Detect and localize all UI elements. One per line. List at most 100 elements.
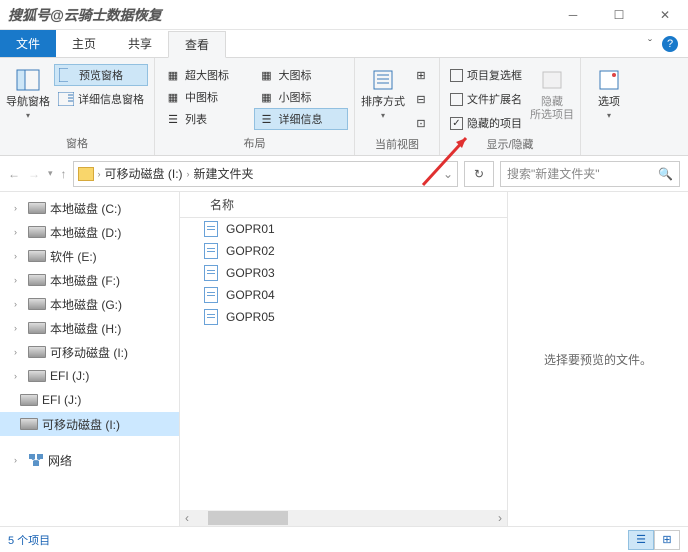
forward-button[interactable]: → bbox=[28, 167, 40, 181]
tree-item[interactable]: › 本地磁盘 (G:) bbox=[0, 292, 179, 316]
tree-item-network[interactable]: ›网络 bbox=[0, 448, 179, 472]
scrollbar-thumb[interactable] bbox=[208, 511, 288, 525]
tree-item[interactable]: ›本地磁盘 (C:) bbox=[0, 196, 179, 220]
tree-item-label: 本地磁盘 (G:) bbox=[50, 296, 122, 313]
tree-item[interactable]: ›本地磁盘 (F:) bbox=[0, 268, 179, 292]
ribbon-collapse-icon[interactable]: ˇ bbox=[648, 37, 652, 51]
expand-icon[interactable]: › bbox=[14, 275, 24, 285]
maximize-button[interactable]: ☐ bbox=[596, 0, 642, 30]
scroll-right-icon[interactable]: › bbox=[493, 511, 507, 525]
tree-item[interactable]: ›EFI (J:) bbox=[0, 364, 179, 388]
file-icon bbox=[204, 265, 218, 281]
drive-icon bbox=[20, 394, 38, 406]
dropdown-icon: ▾ bbox=[381, 111, 385, 120]
file-name: GOPR03 bbox=[226, 266, 275, 280]
file-extensions-toggle[interactable]: 文件扩展名 bbox=[446, 88, 526, 110]
tree-item[interactable]: 可移动磁盘 (I:) bbox=[0, 412, 179, 436]
file-row[interactable]: GOPR03 bbox=[180, 262, 507, 284]
expand-icon[interactable]: › bbox=[14, 455, 24, 465]
tree-item[interactable]: › 可移动磁盘 (I:) bbox=[0, 340, 179, 364]
scroll-left-icon[interactable]: ‹ bbox=[180, 511, 194, 525]
search-icon: 🔍 bbox=[658, 167, 673, 181]
item-checkboxes-toggle[interactable]: 项目复选框 bbox=[446, 64, 526, 86]
group-by-button[interactable]: ⊞ bbox=[409, 64, 433, 86]
column-header-name[interactable]: 名称 bbox=[180, 192, 507, 218]
file-icon bbox=[204, 309, 218, 325]
hide-selected-icon bbox=[538, 66, 566, 94]
tab-share[interactable]: 共享 bbox=[112, 30, 168, 57]
file-row[interactable]: GOPR04 bbox=[180, 284, 507, 306]
details-pane-label: 详细信息窗格 bbox=[78, 91, 144, 107]
ribbon: 导航窗格 ▾ 预览窗格 详细信息窗格 窗格 ▦超大图标 ▦大图标 bbox=[0, 58, 688, 156]
tree-item[interactable]: ›本地磁盘 (D:) bbox=[0, 220, 179, 244]
layout-medium[interactable]: ▦中图标 bbox=[161, 86, 255, 108]
expand-icon[interactable]: › bbox=[14, 227, 24, 237]
search-box[interactable]: 搜索"新建文件夹" 🔍 bbox=[500, 161, 680, 187]
minimize-button[interactable]: ─ bbox=[550, 0, 596, 30]
preview-pane-button[interactable]: 预览窗格 bbox=[54, 64, 148, 86]
tree-item-label: 可移动磁盘 (I:) bbox=[50, 344, 128, 361]
group-current-view: 排序方式 ▾ ⊞ ⊟ ⊡ 当前视图 bbox=[355, 58, 440, 155]
crumb-folder[interactable]: 新建文件夹 bbox=[194, 165, 254, 182]
group-panes-label: 窗格 bbox=[6, 133, 148, 155]
nav-arrows: ← → ▾ ↑ bbox=[8, 167, 67, 181]
expand-icon[interactable]: › bbox=[14, 251, 24, 261]
layout-large[interactable]: ▦大图标 bbox=[255, 64, 349, 86]
recent-dropdown[interactable]: ▾ bbox=[48, 168, 53, 179]
expand-icon[interactable]: › bbox=[14, 299, 24, 309]
size-columns-button[interactable]: ⊡ bbox=[409, 112, 433, 134]
details-pane-button[interactable]: 详细信息窗格 bbox=[54, 88, 148, 110]
preview-empty-text: 选择要预览的文件。 bbox=[544, 351, 652, 368]
nav-pane-icon bbox=[14, 66, 42, 94]
expand-icon[interactable]: › bbox=[14, 203, 24, 213]
drive-icon bbox=[28, 346, 46, 358]
expand-icon[interactable]: › bbox=[14, 371, 24, 381]
refresh-button[interactable]: ↻ bbox=[464, 161, 494, 187]
help-icon[interactable]: ? bbox=[662, 36, 678, 52]
tree-item[interactable]: ›软件 (E:) bbox=[0, 244, 179, 268]
layout-details[interactable]: ☰详细信息 bbox=[254, 108, 349, 130]
layout-list[interactable]: ☰列表 bbox=[161, 108, 254, 130]
close-button[interactable]: ✕ bbox=[642, 0, 688, 30]
file-icon bbox=[204, 287, 218, 303]
breadcrumb-box[interactable]: › 可移动磁盘 (I:) › 新建文件夹 ⌄ bbox=[73, 161, 458, 187]
file-list[interactable]: 名称 GOPR01 GOPR02 GOPR03 GOPR04GOPR05 ‹ › bbox=[180, 192, 508, 526]
chevron-icon[interactable]: › bbox=[98, 169, 101, 179]
add-columns-button[interactable]: ⊟ bbox=[409, 88, 433, 110]
tree-item[interactable]: EFI (J:) bbox=[0, 388, 179, 412]
hide-selected-button[interactable]: 隐藏 所选项目 bbox=[530, 64, 574, 122]
hide-selected-label: 隐藏 所选项目 bbox=[530, 96, 574, 122]
view-details-button[interactable]: ☰ bbox=[628, 530, 654, 550]
options-button[interactable]: 选项 ▾ bbox=[587, 64, 631, 120]
up-button[interactable]: ↑ bbox=[61, 167, 67, 181]
file-row[interactable]: GOPR01 bbox=[180, 218, 507, 240]
sort-button[interactable]: 排序方式 ▾ bbox=[361, 64, 405, 120]
file-row[interactable]: GOPR05 bbox=[180, 306, 507, 328]
expand-icon[interactable]: › bbox=[14, 323, 24, 333]
options-icon bbox=[595, 66, 623, 94]
large-icon: ▦ bbox=[259, 67, 275, 83]
nav-tree[interactable]: ›本地磁盘 (C:)›本地磁盘 (D:)›软件 (E:)›本地磁盘 (F:)›本… bbox=[0, 192, 180, 526]
crumb-drive[interactable]: 可移动磁盘 (I:) bbox=[105, 165, 183, 182]
file-name: GOPR01 bbox=[226, 222, 275, 236]
address-dropdown[interactable]: ⌄ bbox=[443, 167, 453, 181]
layout-extra-large[interactable]: ▦超大图标 bbox=[161, 64, 255, 86]
tree-item[interactable]: ›本地磁盘 (H:) bbox=[0, 316, 179, 340]
horizontal-scrollbar[interactable]: ‹ › bbox=[180, 510, 507, 526]
layout-small[interactable]: ▦小图标 bbox=[255, 86, 349, 108]
tab-file[interactable]: 文件 bbox=[0, 30, 56, 57]
address-bar: ← → ▾ ↑ › 可移动磁盘 (I:) › 新建文件夹 ⌄ ↻ 搜索"新建文件… bbox=[0, 156, 688, 192]
file-row[interactable]: GOPR02 bbox=[180, 240, 507, 262]
file-name: GOPR02 bbox=[226, 244, 275, 258]
tab-home[interactable]: 主页 bbox=[56, 30, 112, 57]
drive-icon bbox=[28, 322, 46, 334]
tab-view[interactable]: 查看 bbox=[168, 31, 226, 58]
back-button[interactable]: ← bbox=[8, 167, 20, 181]
hidden-items-toggle[interactable]: 隐藏的项目 bbox=[446, 112, 526, 134]
nav-pane-button[interactable]: 导航窗格 ▾ bbox=[6, 64, 50, 120]
drive-icon bbox=[20, 418, 38, 430]
chevron-icon[interactable]: › bbox=[187, 169, 190, 179]
size-columns-icon: ⊡ bbox=[413, 115, 429, 131]
view-icons-button[interactable]: ⊞ bbox=[654, 530, 680, 550]
expand-icon[interactable]: › bbox=[14, 347, 24, 357]
